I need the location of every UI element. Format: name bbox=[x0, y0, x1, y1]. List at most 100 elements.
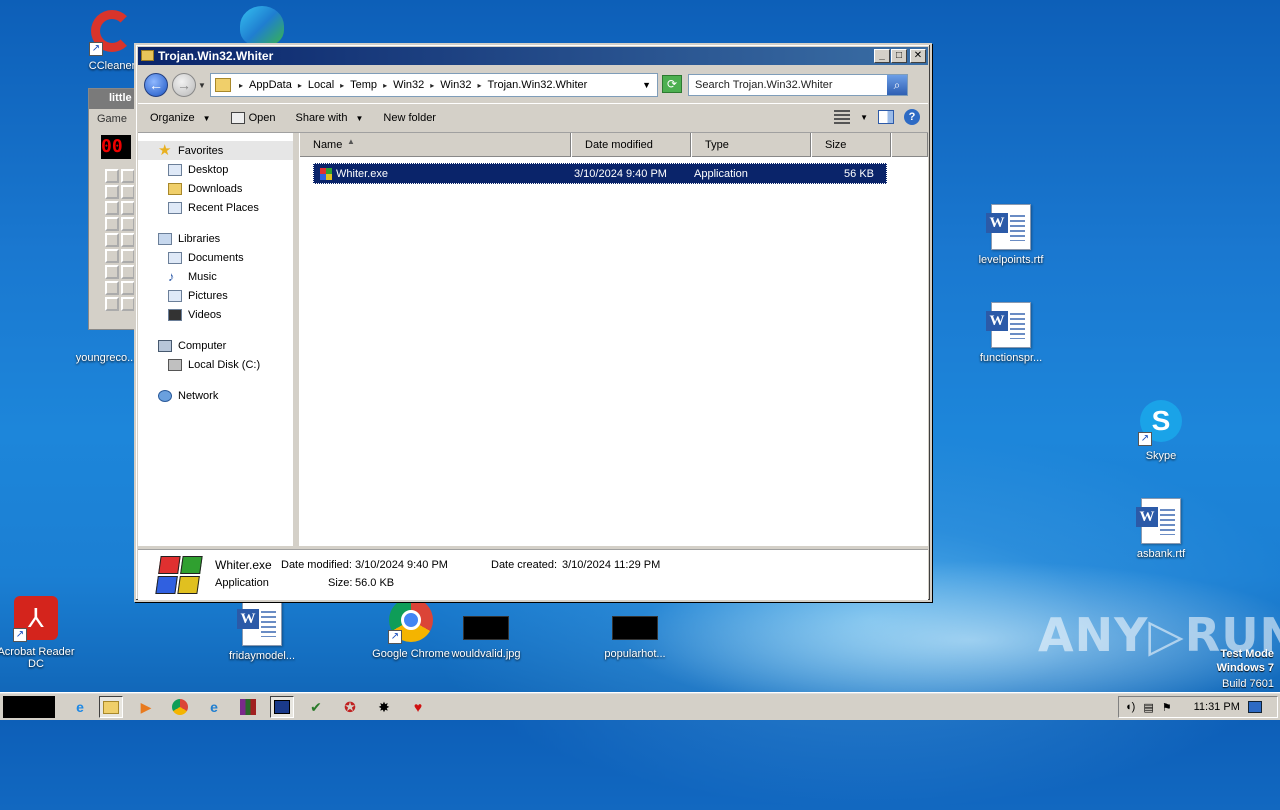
chevron-down-icon: ▼ bbox=[355, 113, 364, 123]
close-button[interactable]: ✕ bbox=[910, 49, 926, 63]
network-icon bbox=[158, 389, 172, 402]
chevron-down-icon[interactable]: ▼ bbox=[860, 113, 868, 122]
organize-button[interactable]: Organize ▼ bbox=[142, 106, 219, 130]
preview-pane-icon[interactable] bbox=[878, 110, 894, 124]
desktop-icon-skype[interactable]: S ↗ Skype bbox=[1121, 400, 1201, 462]
folder-icon bbox=[215, 78, 231, 92]
search-icon[interactable]: ⌕ bbox=[887, 75, 907, 95]
internet-explorer-icon[interactable]: e bbox=[68, 696, 92, 718]
ccleaner-icon: ↗ bbox=[89, 10, 135, 56]
column-header-type[interactable]: Type bbox=[691, 133, 811, 157]
search-input[interactable]: Search Trojan.Win32.Whiter ⌕ bbox=[688, 74, 908, 96]
open-icon bbox=[230, 112, 245, 124]
breadcrumb-appdata[interactable]: AppData bbox=[249, 79, 292, 93]
chevron-right-icon[interactable]: ▸ bbox=[340, 79, 344, 93]
exe-icon bbox=[320, 167, 332, 180]
chrome-icon[interactable] bbox=[168, 696, 192, 718]
nav-videos[interactable]: Videos bbox=[138, 305, 293, 324]
nav-local-disk[interactable]: Local Disk (C:) bbox=[138, 355, 293, 374]
refresh-button[interactable]: ⟳ bbox=[662, 75, 682, 93]
desktop-icon-label: Skype bbox=[1145, 450, 1177, 462]
show-desktop-icon[interactable] bbox=[1247, 701, 1262, 713]
window-titlebar[interactable]: Trojan.Win32.Whiter _ □ ✕ bbox=[138, 47, 928, 65]
nav-pictures[interactable]: Pictures bbox=[138, 286, 293, 305]
windows-version-label: Windows 7 bbox=[1216, 662, 1274, 674]
desktop-icon-popularhot[interactable]: popularhot... bbox=[595, 604, 675, 660]
breadcrumb-current[interactable]: Trojan.Win32.Whiter bbox=[487, 79, 587, 93]
chevron-right-icon[interactable]: ▸ bbox=[239, 79, 243, 93]
nav-label: Local Disk (C:) bbox=[188, 358, 261, 371]
nav-computer[interactable]: Computer bbox=[138, 336, 293, 355]
view-options-icon[interactable] bbox=[834, 110, 851, 124]
new-folder-button[interactable]: New folder bbox=[375, 106, 444, 130]
minimize-button[interactable]: _ bbox=[874, 49, 890, 63]
game-grid[interactable] bbox=[105, 169, 135, 311]
explorer-taskbar-button[interactable] bbox=[99, 696, 123, 718]
breadcrumb-local[interactable]: Local bbox=[308, 79, 334, 93]
file-type: Application bbox=[694, 167, 748, 180]
breadcrumb-temp[interactable]: Temp bbox=[350, 79, 377, 93]
speaker-icon[interactable]: ◖) bbox=[1125, 701, 1135, 713]
window-title: Trojan.Win32.Whiter bbox=[158, 49, 274, 63]
minesweeper-icon[interactable]: ✸ bbox=[372, 696, 396, 718]
desktop-icon-levelpoints[interactable]: W levelpoints.rtf bbox=[971, 204, 1051, 266]
start-button[interactable] bbox=[3, 696, 55, 718]
nav-desktop[interactable]: Desktop bbox=[138, 160, 293, 179]
edge-icon[interactable]: e bbox=[202, 696, 226, 718]
history-dropdown-icon[interactable]: ▼ bbox=[198, 81, 206, 90]
chevron-right-icon[interactable]: ▸ bbox=[477, 79, 481, 93]
column-header-size[interactable]: Size bbox=[811, 133, 891, 157]
nav-documents[interactable]: Documents bbox=[138, 248, 293, 267]
desktop-icon-chrome[interactable]: ↗ Google Chrome bbox=[371, 598, 451, 660]
flag-icon[interactable]: ⚑ bbox=[1162, 701, 1172, 714]
maximize-button[interactable]: □ bbox=[891, 49, 907, 63]
drive-icon bbox=[168, 358, 182, 371]
chevron-right-icon[interactable]: ▸ bbox=[383, 79, 387, 93]
taskbar: e ▶ e ✔ ✪ ✸ ♥ ◖) ▤ ⚑ 11:31 PM bbox=[0, 692, 1280, 720]
nav-network[interactable]: Network bbox=[138, 386, 293, 405]
breadcrumb-win32[interactable]: Win32 bbox=[393, 79, 424, 93]
file-list[interactable]: Name ▲ Date modified Type Size Whiter.ex… bbox=[299, 133, 928, 546]
chevron-right-icon[interactable]: ▸ bbox=[430, 79, 434, 93]
column-header-date[interactable]: Date modified bbox=[571, 133, 691, 157]
malware-app-icon[interactable]: ✪ bbox=[338, 696, 362, 718]
address-dropdown-icon[interactable]: ▼ bbox=[642, 80, 651, 90]
winrar-icon[interactable] bbox=[236, 696, 260, 718]
nav-music[interactable]: ♪ Music bbox=[138, 267, 293, 286]
desktop-icon-label: wouldvalid.jpg bbox=[451, 648, 521, 660]
open-button[interactable]: Open bbox=[223, 106, 284, 130]
share-with-button[interactable]: Share with ▼ bbox=[287, 106, 371, 130]
desktop-icon-asbank[interactable]: W asbank.rtf bbox=[1121, 498, 1201, 560]
chevron-right-icon[interactable]: ▸ bbox=[298, 79, 302, 93]
help-icon[interactable]: ? bbox=[904, 109, 920, 125]
breadcrumb[interactable]: ▸ AppData ▸ Local ▸ Temp ▸ Win32 ▸ Win32… bbox=[210, 73, 658, 97]
details-size-value: 56.0 KB bbox=[355, 577, 395, 589]
desktop-icon-label: levelpoints.rtf bbox=[978, 254, 1044, 266]
clock[interactable]: 11:31 PM bbox=[1194, 701, 1240, 713]
media-player-icon[interactable]: ▶ bbox=[134, 696, 158, 718]
breadcrumb-win32-sub[interactable]: Win32 bbox=[440, 79, 471, 93]
shield-icon[interactable]: ✔ bbox=[304, 696, 328, 718]
address-bar-area: ← → ▼ ▸ AppData ▸ Local ▸ Temp ▸ Win32 ▸… bbox=[138, 67, 928, 103]
game-menu[interactable]: Game bbox=[89, 109, 137, 129]
nav-favorites[interactable]: ★ Favorites bbox=[138, 141, 293, 160]
image-thumbnail bbox=[612, 616, 658, 640]
column-header-name[interactable]: Name ▲ bbox=[299, 133, 571, 157]
column-label: Date modified bbox=[585, 139, 653, 151]
forward-button[interactable]: → bbox=[172, 73, 196, 97]
desktop-icon-fridaymodel[interactable]: W fridaymodel... bbox=[222, 600, 302, 662]
nav-libraries[interactable]: Libraries bbox=[138, 229, 293, 248]
back-button[interactable]: ← bbox=[144, 73, 168, 97]
nav-downloads[interactable]: Downloads bbox=[138, 179, 293, 198]
nav-recent-places[interactable]: Recent Places bbox=[138, 198, 293, 217]
network-tray-icon[interactable]: ▤ bbox=[1143, 701, 1153, 714]
app-window-button[interactable] bbox=[270, 696, 294, 718]
desktop-icon-wouldvalid[interactable]: wouldvalid.jpg bbox=[446, 604, 526, 660]
explorer-window[interactable]: Trojan.Win32.Whiter _ □ ✕ ← → ▼ ▸ AppDat… bbox=[134, 43, 932, 602]
game-window-background[interactable]: little Game 00 bbox=[88, 88, 138, 330]
desktop-icon-functionspr[interactable]: W functionspr... bbox=[971, 302, 1051, 364]
heart-icon[interactable]: ♥ bbox=[406, 696, 430, 718]
table-row[interactable]: Whiter.exe 3/10/2024 9:40 PM Application… bbox=[313, 163, 887, 184]
details-size-label: Size: bbox=[328, 577, 353, 589]
desktop-icon-acrobat[interactable]: ⅄ ↗ Acrobat Reader DC bbox=[0, 596, 76, 670]
